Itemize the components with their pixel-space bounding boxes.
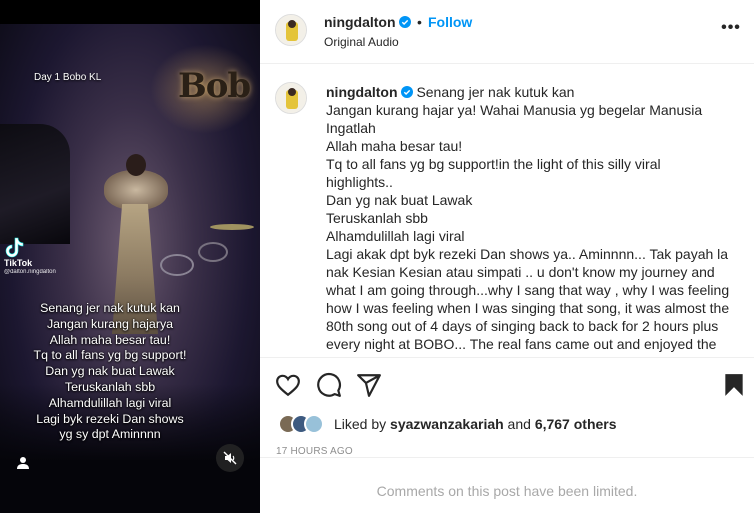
post-details-panel: ningdalton • Follow Original Audio ••• n… [260,0,754,513]
tiktok-handle: @dalton.ningdalton [4,269,56,275]
caption-line: Ingatlah [326,120,376,136]
drum-kit [160,224,254,294]
caption-line: Alhamdulillah lagi viral [48,395,172,410]
caption-line: Teruskanlah sbb [64,379,156,394]
caption-line: yg sy dpt Aminnnn [59,427,161,442]
mute-button[interactable] [216,444,244,472]
caption-line: every night at BOBO... The real fans cam… [326,336,717,352]
caption-line: Teruskanlah sbb [326,210,428,226]
verified-badge-icon [398,16,411,28]
caption-line: Tq to all fans yg bg support!in the ligh… [326,156,661,172]
comments-section[interactable]: ningdalton Senang jer nak kutuk kan Jang… [260,65,754,357]
caption-line: Dan yg nak buat Lawak [326,192,473,208]
post-timestamp[interactable]: 17 HOURS AGO [276,446,353,457]
caption-first-line: ningdalton Senang jer nak kutuk kan [326,83,750,101]
caption-line: Jangan kurang hajar ya! Wahai Manusia yg… [326,102,703,118]
header-username[interactable]: ningdalton [324,14,411,30]
verified-badge-icon [400,86,413,98]
caption-line: Tq to all fans yg bg support! [33,348,187,363]
avatar[interactable] [275,14,307,46]
comments-limited-notice: Comments on this post have been limited. [260,457,754,513]
caption-line: Lagi byk rezeki Dan shows [36,411,184,426]
likes-count[interactable]: 6,767 others [535,416,617,432]
post-caption: ningdalton Senang jer nak kutuk kan Jang… [326,83,750,353]
user-icon[interactable] [16,456,30,470]
caption-line: Alhamdulillah lagi viral [326,228,465,244]
singer-figure [104,154,168,334]
saved-bookmark-icon[interactable] [721,372,747,398]
caption-username[interactable]: ningdalton [326,84,398,100]
caption-line: 80th song out of 4 days of singing back … [326,318,719,334]
piano-silhouette [0,124,70,244]
post-media[interactable]: Bob Day 1 Bobo KL TikTok @dalton.ningdal… [0,0,260,513]
caption-line: nak Kesian Kesian atau simpati .. u don'… [326,264,715,280]
tiktok-icon [5,237,24,258]
liked-by-username[interactable]: syazwanzakariah [390,416,504,432]
avatar [304,414,324,434]
post-actions: Liked by syazwanzakariah and 6,767 other… [260,357,754,457]
caption-line: Lagi akak dpt byk rezeki Dan shows ya.. … [326,246,729,262]
likes-text: Liked by syazwanzakariah and 6,767 other… [334,416,617,432]
caption-line: how I was feeling when I was singing tha… [326,300,730,316]
liked-by-avatars[interactable] [276,412,336,436]
post-header: ningdalton • Follow Original Audio ••• [260,0,754,64]
caption-line: Dan yg nak buat Lawak [45,364,175,379]
caption-line: highlights.. [326,174,393,190]
tiktok-watermark: TikTok @dalton.ningdalton [4,236,56,275]
avatar[interactable] [275,82,307,114]
caption-line: Jangan kurang hajarya [46,316,174,331]
audio-label[interactable]: Original Audio [324,35,399,49]
more-options-icon[interactable]: ••• [720,20,742,40]
follow-button[interactable]: Follow [428,14,472,30]
video-caption: Senang jer nak kutuk kan Jangan kurang h… [0,301,220,443]
mute-icon [223,451,237,465]
tiktok-brand: TikTok [4,258,33,268]
venue-sign-logo: Bob [178,66,251,106]
video-day-label: Day 1 Bobo KL [34,72,102,83]
like-heart-icon[interactable] [275,372,301,398]
caption-line: Allah maha besar tau! [326,138,463,154]
caption-line: what I am going through...why I sang tha… [326,282,730,298]
caption-line: Allah maha besar tau! [49,332,171,347]
separator-dot: • [417,14,422,30]
comment-icon[interactable] [316,372,342,398]
caption-text: Senang jer nak kutuk kan [416,84,575,100]
share-icon[interactable] [356,372,382,398]
caption-line: Senang jer nak kutuk kan [40,301,180,315]
